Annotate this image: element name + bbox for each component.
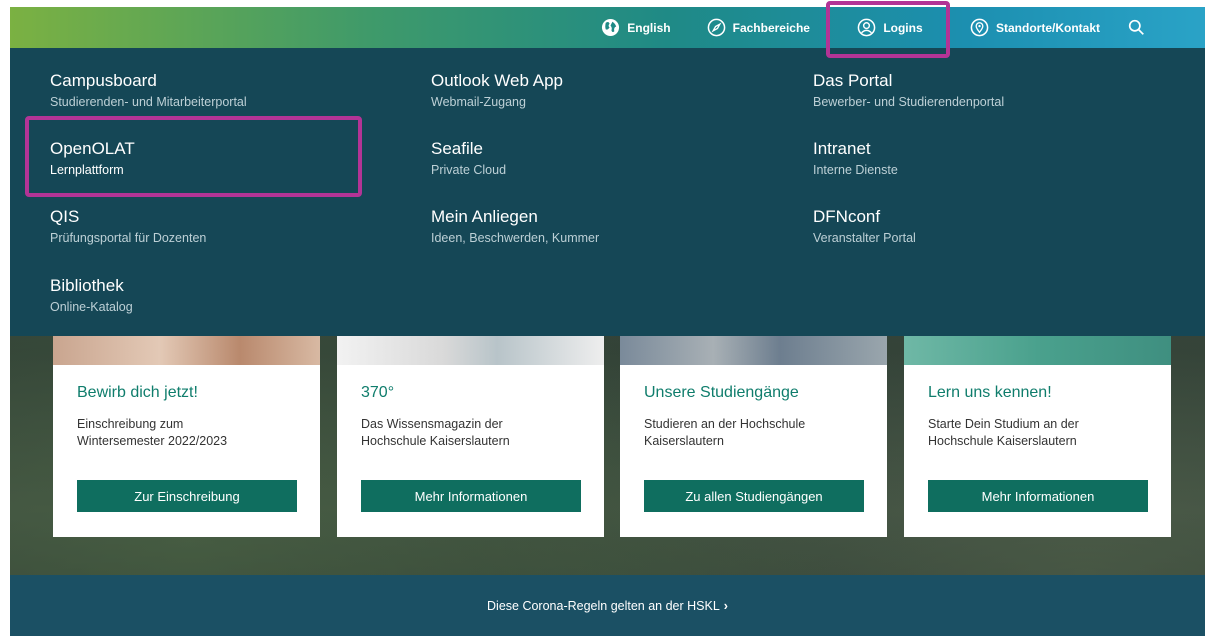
dropdown-item-bibliothek[interactable]: Bibliothek Online-Katalog — [50, 276, 133, 315]
card-bewerbung: Bewirb dich jetzt! Einschreibung zum Win… — [53, 365, 320, 537]
zu-allen-studiengaengen-button[interactable]: Zu allen Studiengängen — [644, 480, 864, 512]
chevron-right-icon: › — [723, 598, 728, 613]
nav-item-fachbereiche[interactable]: Fachbereiche — [689, 7, 828, 48]
dropdown-item-title: OpenOLAT — [50, 139, 135, 158]
mehr-informationen-button[interactable]: Mehr Informationen — [361, 480, 581, 512]
card-description: Einschreibung zum Wintersemester 2022/20… — [77, 416, 297, 450]
card-370-magazin: 370° Das Wissensmagazin der Hochschule K… — [337, 365, 604, 537]
dropdown-item-subtitle: Lernplattform — [50, 163, 124, 177]
card-description-line: Einschreibung zum — [77, 417, 184, 431]
top-navigation-bar: English Fachbereiche Logins Standorte/Ko… — [10, 7, 1205, 48]
dropdown-item-subtitle: Interne Dienste — [813, 163, 898, 177]
globe-icon — [602, 18, 620, 37]
dropdown-item-subtitle: Prüfungsportal für Dozenten — [50, 231, 207, 245]
dropdown-item-title: Bibliothek — [50, 276, 124, 295]
nav-item-english[interactable]: English — [583, 7, 688, 48]
dropdown-item-subtitle: Bewerber- und Studierendenportal — [813, 95, 1005, 109]
dropdown-item-subtitle: Veranstalter Portal — [813, 231, 916, 245]
dropdown-item-title: Intranet — [813, 139, 871, 158]
dropdown-item-title: Mein Anliegen — [431, 207, 538, 226]
card-description: Starte Dein Studium an der Hochschule Ka… — [928, 416, 1148, 450]
logins-dropdown-menu: Campusboard Studierenden- und Mitarbeite… — [10, 48, 1205, 336]
dropdown-item-title: Das Portal — [813, 71, 893, 90]
dropdown-item-subtitle: Ideen, Beschwerden, Kummer — [431, 231, 600, 245]
card-description: Das Wissensmagazin der Hochschule Kaiser… — [361, 416, 581, 450]
card-title: 370° — [361, 384, 395, 401]
card-description: Studieren an der Hochschule Kaiserslaute… — [644, 416, 864, 450]
dropdown-item-title: Campusboard — [50, 71, 157, 90]
nav-item-standorte-kontakt[interactable]: Standorte/Kontakt — [952, 7, 1118, 48]
dropdown-item-title: Outlook Web App — [431, 71, 563, 90]
corona-rules-banner[interactable]: Diese Corona-Regeln gelten an der HSKL › — [10, 575, 1205, 636]
dropdown-item-subtitle: Private Cloud — [431, 163, 507, 177]
dropdown-item-title: Seafile — [431, 139, 483, 158]
browser-viewport: English Fachbereiche Logins Standorte/Ko… — [10, 7, 1205, 636]
location-pin-icon — [970, 18, 989, 37]
card-description-line: Kaiserslautern — [644, 434, 724, 448]
dropdown-item-mein-anliegen[interactable]: Mein Anliegen Ideen, Beschwerden, Kummer — [431, 207, 599, 246]
card-studiengaenge: Unsere Studiengänge Studieren an der Hoc… — [620, 365, 887, 537]
compass-icon — [707, 18, 725, 37]
banner-text: Diese Corona-Regeln gelten an der HSKL — [487, 598, 720, 613]
card-image — [53, 336, 320, 366]
mehr-informationen-button[interactable]: Mehr Informationen — [928, 480, 1148, 512]
card-description-line: Das Wissensmagazin der — [361, 417, 503, 431]
dropdown-item-title: DFNconf — [813, 207, 881, 226]
dropdown-item-subtitle: Webmail-Zugang — [431, 95, 526, 109]
user-icon — [857, 18, 876, 37]
dropdown-item-subtitle: Studierenden- und Mitarbeiterportal — [50, 95, 247, 109]
dropdown-item-dfnconf[interactable]: DFNconf Veranstalter Portal — [813, 207, 916, 246]
dropdown-item-seafile[interactable]: Seafile Private Cloud — [431, 139, 506, 178]
card-image — [904, 336, 1171, 366]
dropdown-item-intranet[interactable]: Intranet Interne Dienste — [813, 139, 898, 178]
dropdown-item-outlook-web-app[interactable]: Outlook Web App Webmail-Zugang — [431, 71, 563, 110]
dropdown-item-qis[interactable]: QIS Prüfungsportal für Dozenten — [50, 207, 206, 246]
card-lern-uns-kennen: Lern uns kennen! Starte Dein Studium an … — [904, 365, 1171, 537]
nav-item-label: Fachbereiche — [732, 20, 810, 35]
nav-item-label: English — [627, 20, 671, 35]
card-description-line: Hochschule Kaiserslautern — [361, 434, 510, 448]
zur-einschreibung-button[interactable]: Zur Einschreibung — [77, 480, 297, 512]
card-title: Lern uns kennen! — [928, 384, 1052, 401]
nav-item-logins[interactable]: Logins — [828, 7, 952, 48]
dropdown-item-openolat[interactable]: OpenOLAT Lernplattform — [50, 139, 135, 178]
card-title: Unsere Studiengänge — [644, 384, 799, 401]
search-icon — [1128, 19, 1144, 35]
card-image — [620, 336, 887, 366]
card-description-line: Studieren an der Hochschule — [644, 417, 806, 431]
card-image — [337, 336, 604, 366]
card-title: Bewirb dich jetzt! — [77, 384, 198, 401]
card-description-line: Hochschule Kaiserslautern — [928, 434, 1077, 448]
search-button[interactable] — [1118, 7, 1155, 48]
nav-item-label: Logins — [883, 20, 923, 35]
dropdown-item-campusboard[interactable]: Campusboard Studierenden- und Mitarbeite… — [50, 71, 247, 110]
card-description-line: Starte Dein Studium an der — [928, 417, 1079, 431]
nav-item-label: Standorte/Kontakt — [995, 20, 1100, 35]
dropdown-item-title: QIS — [50, 207, 80, 226]
dropdown-item-subtitle: Online-Katalog — [50, 300, 133, 314]
dropdown-item-das-portal[interactable]: Das Portal Bewerber- und Studierendenpor… — [813, 71, 1004, 110]
card-description-line: Wintersemester 2022/2023 — [77, 434, 228, 448]
